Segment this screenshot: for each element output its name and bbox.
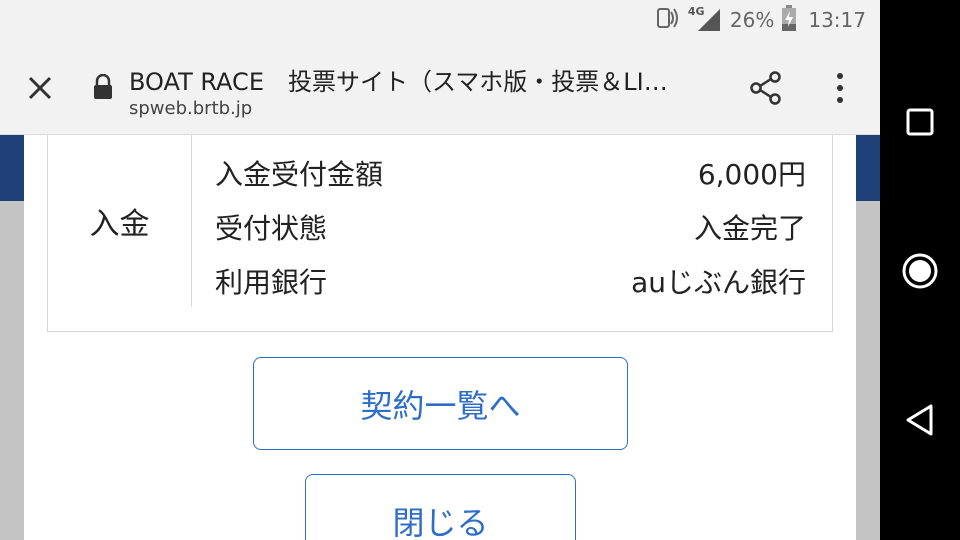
page-url[interactable]: spweb.brtb.jp [129,98,252,119]
close-tab-button[interactable] [22,70,58,106]
battery-charging-icon [782,4,797,36]
deposit-heading: 入金 [89,207,150,242]
status-label: 受付状態 [215,212,328,245]
browser-toolbar: BOAT RACE 投票サイト（スマホ版・投票＆LI… spweb.brtb.j… [0,40,880,135]
table-row: 受付状態 入金完了 [215,207,806,247]
close-button[interactable]: 閉じる [305,474,576,540]
share-button[interactable] [748,70,788,110]
page-title: BOAT RACE 投票サイト（スマホ版・投票＆LI… [129,68,668,96]
lock-icon [94,74,112,99]
phone-screen: 4G 26% 13:17 BOAT RACE 投票サイト（スマホ版・投票＆LI…… [0,0,880,540]
header-band-right [856,135,880,201]
table-row: 入金受付金額 6,000円 [215,153,806,193]
close-icon [28,76,52,100]
bank-label: 利用銀行 [215,266,328,299]
status-icons: 4G 26% 13:17 [652,4,866,37]
share-icon [750,71,781,105]
recents-icon[interactable] [906,108,934,136]
bank-value: auじぶん銀行 [631,266,806,299]
battery-percent: 26% [729,8,775,32]
contract-list-button[interactable]: 契約一覧へ [253,357,628,450]
table-divider [191,135,192,307]
status-value: 入金完了 [693,212,806,245]
nfc-signal-icon [652,4,680,37]
more-options-button[interactable] [826,70,854,110]
overlay-left [0,201,24,540]
cell-signal-icon: 4G [688,5,722,33]
deposit-info-table: 入金 入金受付金額 6,000円 受付状態 入金完了 利用銀行 auじぶん銀行 [47,135,833,332]
status-bar: 4G 26% 13:17 [0,0,880,40]
home-icon[interactable] [901,252,939,290]
header-band-left [0,135,24,201]
table-row: 利用銀行 auじぶん銀行 [215,261,806,301]
overlay-right [856,201,880,540]
deposit-amount-value: 6,000円 [697,158,806,191]
deposit-amount-label: 入金受付金額 [215,158,384,191]
clock: 13:17 [808,8,866,32]
back-icon[interactable] [905,403,935,437]
page-content: 入金 入金受付金額 6,000円 受付状態 入金完了 利用銀行 auじぶん銀行 … [0,135,880,540]
deposit-dialog: 入金 入金受付金額 6,000円 受付状態 入金完了 利用銀行 auじぶん銀行 … [24,135,856,540]
more-vert-icon [837,73,843,103]
